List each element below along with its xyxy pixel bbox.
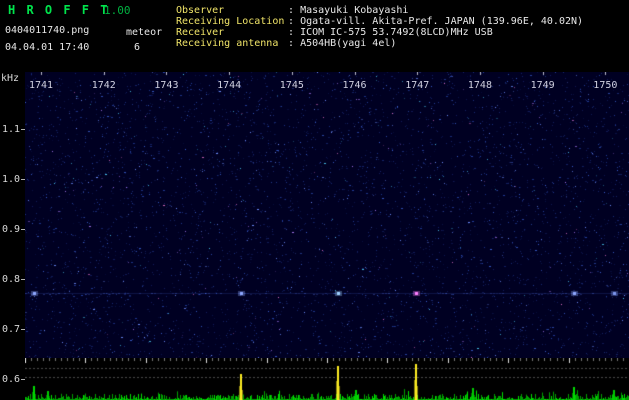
time-tick-label: 1741 xyxy=(29,80,54,91)
meta-separator: : xyxy=(288,38,295,49)
spectrogram-panel: 1741 1742 1743 1744 1745 1746 1747 1748 1749 1750 xyxy=(25,72,629,358)
meta-separator: : xyxy=(288,27,295,38)
time-tick-label: 1749 xyxy=(530,80,555,91)
signal-strip-canvas xyxy=(25,358,629,400)
meta-separator: : xyxy=(288,5,295,16)
meta-row-receiver: Receiver: ICOM IC-575 53.7492(8LCD)MHz U… xyxy=(176,27,583,38)
frequency-tick-label: 0.8 xyxy=(2,274,21,285)
meta-row-antenna: Receiving antenna: A504HB(yagi 4el) xyxy=(176,38,583,49)
signal-strength-panel xyxy=(25,358,629,400)
meta-row-location: Receiving Location: Ogata-vill. Akita-Pr… xyxy=(176,16,583,27)
time-tick-label: 1743 xyxy=(154,80,179,91)
meta-label: Observer xyxy=(176,5,225,16)
mode-label: meteor xyxy=(126,27,163,38)
meta-value: A504HB(yagi 4el) xyxy=(300,38,397,49)
time-tick-label: 1742 xyxy=(91,80,116,91)
frequency-tick-label: 0.7 xyxy=(2,324,21,335)
meta-separator: : xyxy=(288,16,295,27)
meta-row-observer: Observer: Masayuki Kobayashi xyxy=(176,5,583,16)
meta-value: ICOM IC-575 53.7492(8LCD)MHz USB xyxy=(300,27,493,38)
frequency-tick-label: 1.1 xyxy=(2,124,21,135)
app-version: 1.00 xyxy=(104,4,131,17)
frequency-tick-label: 0.6 xyxy=(2,374,21,385)
frequency-axis: kHz 1.1 1.0 0.9 0.8 0.7 0.6 xyxy=(0,0,25,400)
hrofft-window: H R O F F T 1.00 0404011740.png meteor 0… xyxy=(0,0,629,400)
time-tick-label: 1745 xyxy=(279,80,304,91)
observation-meta: Observer: Masayuki Kobayashi Receiving L… xyxy=(176,5,583,49)
time-tick-label: 1748 xyxy=(467,80,492,91)
meta-label: Receiver xyxy=(176,27,225,38)
time-tick-label: 1746 xyxy=(342,80,367,91)
meta-value: Ogata-vill. Akita-Pref. JAPAN (139.96E, … xyxy=(300,16,584,27)
meta-label: Receiving antenna xyxy=(176,38,279,49)
echo-count: 6 xyxy=(134,42,141,53)
meta-label: Receiving Location xyxy=(176,16,285,27)
spectrogram-canvas xyxy=(25,72,629,358)
meta-value: Masayuki Kobayashi xyxy=(300,5,409,16)
time-tick-label: 1747 xyxy=(405,80,430,91)
time-tick-label: 1744 xyxy=(217,80,242,91)
time-tick-label: 1750 xyxy=(593,80,618,91)
frequency-axis-unit: kHz xyxy=(1,73,20,84)
frequency-tick-label: 0.9 xyxy=(2,224,21,235)
frequency-tick-label: 1.0 xyxy=(2,174,21,185)
